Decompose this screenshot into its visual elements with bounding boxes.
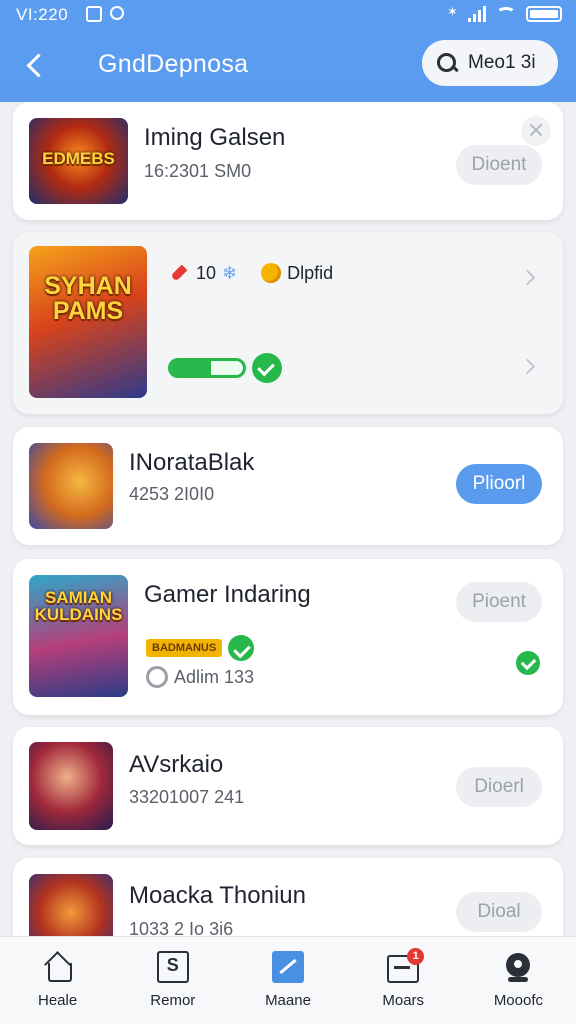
bluetooth-icon bbox=[447, 4, 458, 22]
mail-icon: 1 bbox=[387, 948, 425, 983]
nav-label: Moars bbox=[382, 992, 425, 1009]
nav-item-profile[interactable]: Mooofc bbox=[461, 937, 576, 1024]
notification-badge: 1 bbox=[407, 948, 425, 965]
nav-item-report[interactable]: Remor bbox=[115, 937, 230, 1024]
search-icon bbox=[436, 52, 458, 74]
check-circle-icon bbox=[228, 635, 255, 661]
status-notification-icons bbox=[86, 6, 124, 22]
rocket-icon bbox=[168, 262, 190, 284]
search-label: Meo1 3i bbox=[468, 52, 536, 73]
download-progress bbox=[168, 353, 282, 383]
list-item[interactable]: INorataBlak 4253 2I0I0 Plioorl bbox=[13, 427, 563, 545]
nav-item-messages[interactable]: 1 Moars bbox=[346, 937, 461, 1024]
back-button[interactable] bbox=[22, 48, 54, 84]
item-title: INorataBlak bbox=[129, 449, 255, 476]
item-action-button[interactable]: Plioorl bbox=[456, 464, 542, 504]
wifi-icon bbox=[496, 7, 516, 21]
close-icon[interactable] bbox=[521, 116, 551, 146]
search-button[interactable]: Meo1 3i bbox=[422, 40, 558, 86]
item-subtitle: 16:2301 SM0 bbox=[144, 161, 252, 181]
check-circle-icon bbox=[252, 353, 282, 383]
signal-icon bbox=[468, 6, 486, 22]
featured-list-item[interactable]: SYHAN PAMS 10 ❄ Dlpfid bbox=[13, 232, 563, 414]
progress-fill bbox=[171, 361, 211, 375]
item-subtitle: 33201007 241 bbox=[129, 787, 245, 807]
gallery-notification-icon bbox=[86, 6, 102, 22]
item-subtitle: 4253 2I0I0 bbox=[129, 484, 215, 504]
page-title: GndDepnosa bbox=[98, 50, 249, 78]
item-action-button[interactable]: Dioerl bbox=[456, 767, 542, 807]
list-item[interactable]: EDMEBS Iming Galsen 16:2301 SM0 Dioent bbox=[13, 102, 563, 220]
home-icon bbox=[42, 951, 74, 983]
item-action-button[interactable]: Dioent bbox=[456, 145, 542, 185]
coin-icon bbox=[261, 263, 282, 283]
nav-label: Mooofc bbox=[493, 992, 544, 1009]
chevron-right-icon[interactable] bbox=[519, 356, 539, 376]
game-thumbnail: SAMIAN KULDAINS bbox=[29, 575, 128, 697]
manage-icon bbox=[272, 951, 304, 983]
game-thumbnail: SYHAN PAMS bbox=[29, 246, 147, 398]
item-tags: BADMANUS bbox=[146, 635, 255, 661]
nav-label: Remor bbox=[150, 992, 196, 1009]
nav-item-manage[interactable]: Maane bbox=[230, 937, 345, 1024]
nav-label: Heale bbox=[38, 992, 78, 1009]
status-time: VI:220 bbox=[16, 5, 69, 24]
item-title: AVsrkaio bbox=[129, 751, 224, 778]
stat-label: Dlpfid bbox=[287, 262, 334, 283]
item-tag: BADMANUS bbox=[146, 639, 223, 657]
status-bar: VI:220 bbox=[0, 0, 576, 32]
item-title: Moacka Thoniun bbox=[129, 882, 306, 909]
thumbnail-text: SAMIAN KULDAINS bbox=[34, 588, 123, 624]
item-subtitle: Adlim 133 bbox=[174, 666, 255, 687]
game-thumbnail: EDMEBS bbox=[29, 118, 128, 204]
alert-notification-icon bbox=[110, 6, 124, 20]
nav-item-home[interactable]: Heale bbox=[0, 937, 115, 1024]
status-system-icons bbox=[447, 4, 562, 22]
report-icon bbox=[156, 951, 189, 983]
user-icon bbox=[146, 666, 168, 688]
snowflake-icon: ❄ bbox=[222, 262, 238, 283]
nav-label: Maane bbox=[265, 992, 311, 1009]
stat-number: 10 bbox=[196, 262, 217, 283]
item-title: Gamer Indaring bbox=[144, 581, 311, 608]
chevron-right-icon[interactable] bbox=[519, 267, 539, 287]
app-header: VI:220 GndDepnosa Meo1 3i bbox=[0, 0, 576, 102]
installed-check-icon bbox=[516, 651, 540, 675]
progress-bar bbox=[168, 358, 246, 378]
item-stats: 10 ❄ Dlpfid bbox=[168, 262, 333, 284]
item-subtitle-row: Adlim 133 bbox=[146, 666, 254, 688]
item-title: Iming Galsen bbox=[144, 124, 286, 151]
thumbnail-text: SYHAN PAMS bbox=[44, 272, 132, 325]
list-item[interactable]: SAMIAN KULDAINS Gamer Indaring BADMANUS … bbox=[13, 559, 563, 715]
list-item[interactable]: AVsrkaio 33201007 241 Dioerl bbox=[13, 727, 563, 845]
game-thumbnail bbox=[29, 742, 113, 830]
battery-icon bbox=[526, 6, 562, 22]
item-action-button[interactable]: Pioent bbox=[456, 582, 542, 622]
bottom-navigation: Heale Remor Maane 1 Moars Mooofc bbox=[0, 936, 576, 1024]
item-action-button[interactable]: Dioal bbox=[456, 892, 542, 932]
thumbnail-text: EDMEBS bbox=[42, 149, 115, 168]
game-thumbnail bbox=[29, 443, 113, 529]
profile-icon bbox=[502, 951, 534, 983]
